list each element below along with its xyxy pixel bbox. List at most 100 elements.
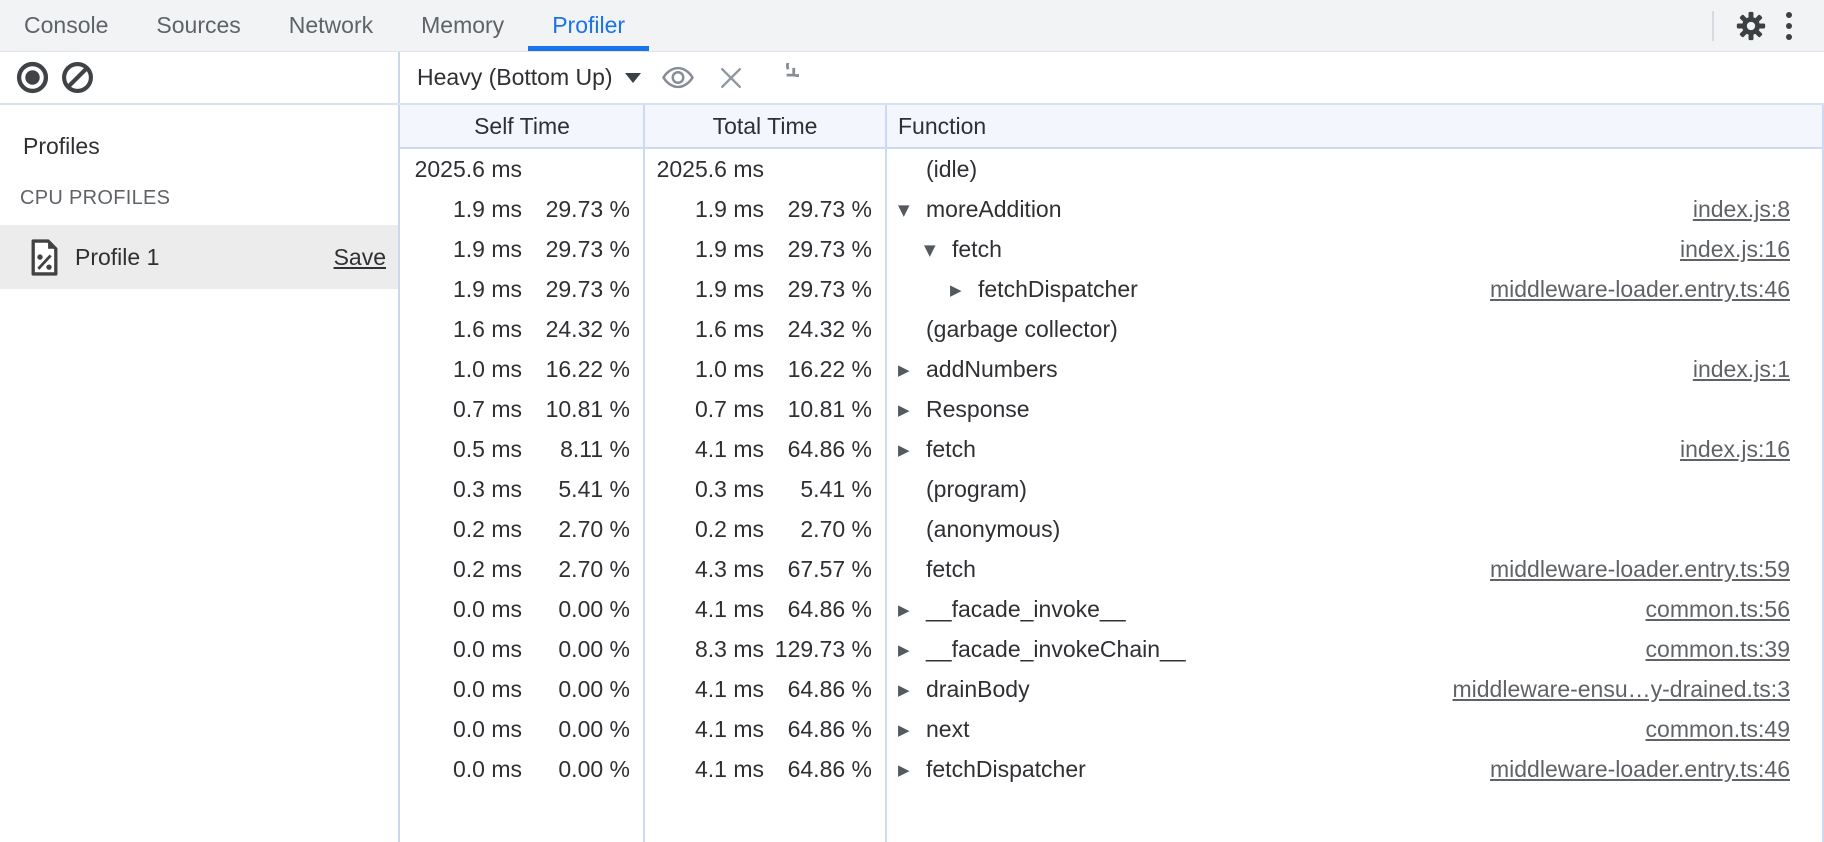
profile-document-icon [30,239,59,276]
tab-network[interactable]: Network [265,0,397,51]
table-row[interactable]: 1.0 ms16.22 %1.0 ms16.22 %▶addNumbersind… [400,349,1822,389]
source-link[interactable]: middleware-ensu…y-drained.ts:3 [1453,676,1791,703]
focus-eye-icon[interactable] [662,62,694,94]
grid-rows: 2025.6 ms2025.6 ms(idle)1.9 ms29.73 %1.9… [400,149,1822,789]
self-time-cell: 1.9 ms29.73 % [400,236,644,263]
source-link[interactable]: common.ts:49 [1646,716,1790,743]
self-time-cell: 1.9 ms29.73 % [400,196,644,223]
tab-console[interactable]: Console [0,0,132,51]
function-cell: ▶next common.ts:49 [886,716,1822,743]
total-time-cell: 8.3 ms129.73 % [644,636,886,663]
expand-arrow-icon[interactable]: ▼ [898,201,926,218]
self-time-cell: 0.7 ms10.81 % [400,396,644,423]
save-profile-link[interactable]: Save [334,244,386,271]
function-cell: (garbage collector) [886,316,1822,343]
total-time-ms: 0.2 ms [644,516,764,543]
table-row[interactable]: 0.0 ms0.00 %4.1 ms64.86 %▶nextcommon.ts:… [400,709,1822,749]
profiler-data-grid: Self Time Total Time Function 2025.6 ms2… [400,105,1824,842]
function-cell: ▶__facade_invokeChain__common.ts:39 [886,636,1822,663]
table-row[interactable]: 2025.6 ms2025.6 ms(idle) [400,149,1822,189]
expand-arrow-icon[interactable]: ▶ [898,721,926,738]
total-time-ms: 4.1 ms [644,756,764,783]
tab-sources[interactable]: Sources [132,0,264,51]
source-link[interactable]: index.js:16 [1680,236,1790,263]
table-row[interactable]: 1.6 ms24.32 %1.6 ms24.32 %(garbage colle… [400,309,1822,349]
profiles-sidebar: Profiles CPU PROFILES Profile 1 Save [0,105,400,842]
source-link[interactable]: common.ts:39 [1646,636,1790,663]
tab-profiler[interactable]: Profiler [528,0,649,51]
expand-arrow-icon[interactable]: ▶ [898,761,926,778]
settings-gear-icon[interactable] [1730,5,1772,47]
source-link[interactable]: middleware-loader.entry.ts:59 [1490,556,1790,583]
table-row[interactable]: 0.3 ms5.41 %0.3 ms5.41 %(program) [400,469,1822,509]
total-time-cell: 1.9 ms29.73 % [644,196,886,223]
exclude-close-icon[interactable] [715,62,747,94]
self-time-ms: 1.9 ms [400,276,522,303]
function-name: (program) [926,476,1027,503]
function-cell: (anonymous) [886,516,1822,543]
column-header-function[interactable]: Function [886,113,1822,140]
expand-arrow-icon[interactable]: ▶ [950,281,978,298]
total-time-cell: 4.1 ms64.86 % [644,436,886,463]
self-time-pct: 16.22 % [522,356,630,383]
total-time-pct: 64.86 % [764,676,872,703]
record-icon[interactable] [15,61,49,95]
tab-memory[interactable]: Memory [397,0,528,51]
view-mode-dropdown[interactable]: Heavy (Bottom Up) [417,64,641,91]
table-row[interactable]: 0.5 ms8.11 %4.1 ms64.86 %▶fetchindex.js:… [400,429,1822,469]
total-time-pct: 64.86 % [764,756,872,783]
expand-arrow-icon[interactable]: ▶ [898,601,926,618]
total-time-ms: 1.9 ms [644,276,764,303]
total-time-cell: 0.3 ms5.41 % [644,476,886,503]
column-header-self-time[interactable]: Self Time [400,113,644,140]
source-link[interactable]: index.js:8 [1693,196,1790,223]
table-row[interactable]: 1.9 ms29.73 %1.9 ms29.73 %▼fetchindex.js… [400,229,1822,269]
table-row[interactable]: 0.0 ms0.00 %4.1 ms64.86 % ▶fetchDispatche… [400,749,1822,789]
source-link[interactable]: middleware-loader.entry.ts:46 [1490,276,1790,303]
table-row[interactable]: 0.2 ms2.70 %4.3 ms67.57 %fetchmiddleware… [400,549,1822,589]
expand-arrow-placeholder [898,568,926,570]
source-link[interactable]: index.js:1 [1693,356,1790,383]
total-time-ms: 8.3 ms [644,636,764,663]
total-time-pct: 10.81 % [764,396,872,423]
expand-arrow-icon[interactable]: ▶ [898,401,926,418]
total-time-ms: 0.3 ms [644,476,764,503]
refresh-icon[interactable] [768,62,800,94]
function-name: addNumbers [926,356,1058,383]
table-row[interactable]: 0.0 ms0.00 %4.1 ms64.86 %▶drainBodymiddl… [400,669,1822,709]
table-row[interactable]: 0.0 ms0.00 %8.3 ms129.73 %▶__facade_invo… [400,629,1822,669]
table-row[interactable]: 0.0 ms0.00 %4.1 ms64.86 %▶__facade_invok… [400,589,1822,629]
total-time-cell: 1.6 ms24.32 % [644,316,886,343]
total-time-pct: 64.86 % [764,596,872,623]
self-time-pct: 10.81 % [522,396,630,423]
source-link[interactable]: index.js:16 [1680,436,1790,463]
source-link[interactable]: common.ts:56 [1646,596,1790,623]
more-options-kebab-icon[interactable] [1772,5,1806,47]
expand-arrow-icon[interactable]: ▶ [898,681,926,698]
total-time-ms: 1.9 ms [644,196,764,223]
expand-arrow-icon[interactable]: ▶ [898,441,926,458]
table-row[interactable]: 1.9 ms29.73 %1.9 ms29.73 %▼moreAdditioni… [400,189,1822,229]
toolbar-divider [1712,11,1714,41]
self-time-ms: 0.0 ms [400,596,522,623]
expand-arrow-icon[interactable]: ▼ [924,241,952,258]
expand-arrow-icon[interactable]: ▶ [898,641,926,658]
self-time-ms: 0.2 ms [400,516,522,543]
column-header-total-time[interactable]: Total Time [644,113,886,140]
table-row[interactable]: 1.9 ms29.73 %1.9 ms29.73 %▶fetchDispatch… [400,269,1822,309]
expand-arrow-icon[interactable]: ▶ [898,361,926,378]
table-row[interactable]: 0.7 ms10.81 %0.7 ms10.81 %▶Response [400,389,1822,429]
self-time-cell: 0.0 ms0.00 % [400,756,644,783]
source-link[interactable]: middleware-loader.entry.ts:46 [1490,756,1790,783]
table-row[interactable]: 0.2 ms2.70 %0.2 ms2.70 %(anonymous) [400,509,1822,549]
self-time-ms: 2025.6 ms [400,156,522,183]
total-time-cell: 4.1 ms64.86 % [644,756,886,783]
profile-list-item[interactable]: Profile 1 Save [0,225,398,289]
total-time-pct: 64.86 % [764,436,872,463]
function-name: next [926,716,969,743]
function-name: fetchDispatcher [926,756,1086,783]
total-time-ms: 4.1 ms [644,716,764,743]
clear-icon[interactable] [60,61,94,95]
expand-arrow-placeholder [898,168,926,170]
total-time-ms: 1.9 ms [644,236,764,263]
